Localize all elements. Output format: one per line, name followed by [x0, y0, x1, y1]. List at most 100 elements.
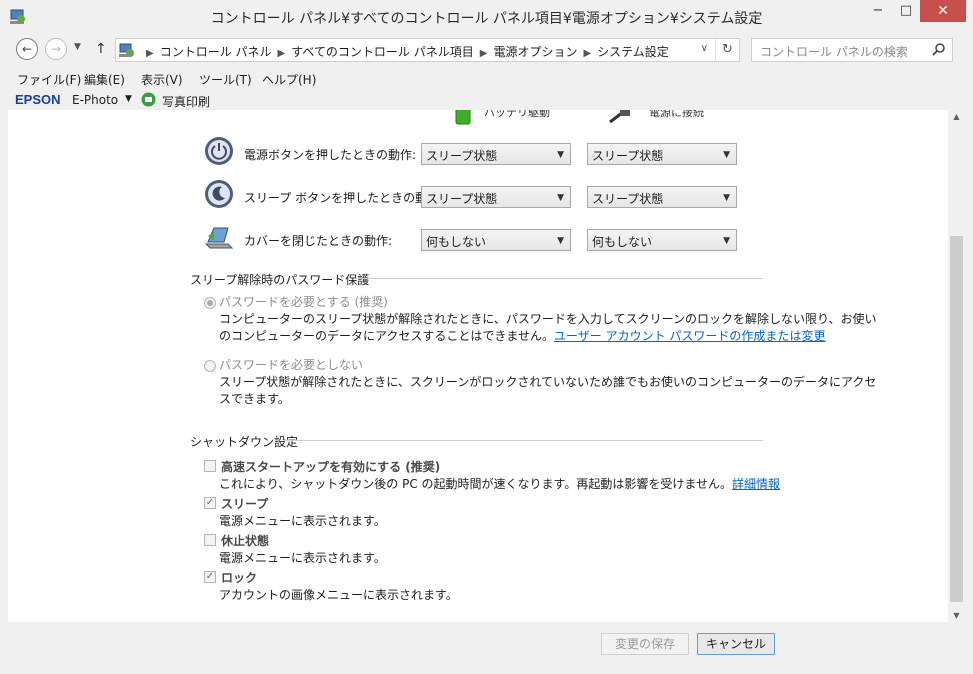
breadcrumb-system-settings[interactable]: システム設定	[597, 45, 669, 59]
menu-view[interactable]: 表示(V)	[141, 71, 183, 88]
sleep-button-action-label: スリープ ボタンを押したときの動作:	[244, 191, 444, 205]
laptop-lid-icon	[204, 227, 234, 249]
caret-up-icon: ▲	[953, 112, 960, 121]
hibernate-desc: 電源メニューに表示されます。	[219, 551, 386, 565]
forward-button[interactable]: →	[45, 38, 67, 60]
power-button-icon	[205, 137, 233, 165]
lid-close-action-label: カバーを閉じたときの動作:	[244, 234, 393, 248]
require-password-radio[interactable]	[204, 297, 216, 309]
lid-close-battery-select[interactable]: 何もしない ▼	[421, 229, 571, 251]
chevron-down-icon: ▼	[557, 236, 564, 246]
footer-bar: 変更の保存 キャンセル	[0, 622, 973, 674]
chevron-down-icon: ▼	[723, 150, 730, 160]
menu-file[interactable]: ファイル(F)	[17, 71, 81, 88]
address-history-button[interactable]: ∨	[701, 43, 708, 54]
photo-print-icon[interactable]	[141, 92, 156, 107]
section-divider	[283, 440, 763, 441]
select-value: スリープ状態	[426, 149, 498, 163]
hibernate-label: 休止状態	[221, 534, 270, 548]
sleep-label: スリープ	[221, 497, 269, 511]
control-panel-icon	[119, 43, 134, 57]
chevron-down-icon: ▼	[557, 150, 564, 160]
up-button[interactable]: ↑	[95, 41, 107, 57]
chevron-down-icon: ▼	[74, 42, 81, 52]
power-button-action-label: 電源ボタンを押したときの動作:	[244, 148, 417, 162]
epson-toolbar: EPSON E-Photo ▼ 写真印刷	[0, 89, 973, 109]
search-placeholder: コントロール パネルの検索	[760, 45, 908, 59]
scroll-down-button[interactable]: ▼	[948, 611, 965, 620]
checkmark-icon: ✓	[205, 571, 215, 582]
chevron-down-icon: ∨	[700, 43, 708, 54]
breadcrumb-separator-icon[interactable]: ▶	[583, 48, 591, 59]
chevron-down-icon: ▼	[557, 193, 564, 203]
arrow-up-icon: ↑	[95, 41, 107, 57]
title-bar: コントロール パネル¥すべてのコントロール パネル項目¥電源オプション¥システム…	[0, 0, 973, 33]
search-input[interactable]: コントロール パネルの検索	[751, 38, 953, 62]
fast-startup-label: 高速スタートアップを有効にする (推奨)	[221, 460, 441, 474]
breadcrumb-separator-icon: ▶	[146, 48, 154, 59]
plugged-column-label: 電源に接続	[649, 110, 704, 119]
recent-locations-button[interactable]: ▼	[74, 42, 81, 52]
create-password-link[interactable]: ユーザー アカウント パスワードの作成または変更	[554, 329, 825, 343]
caret-down-icon: ▼	[953, 611, 960, 620]
battery-column-label: バッテリ駆動	[484, 110, 550, 119]
checkmark-icon: ✓	[205, 497, 215, 508]
sleep-button-icon	[205, 180, 233, 208]
address-field[interactable]: ▶ コントロール パネル ▶ すべてのコントロール パネル項目 ▶ 電源オプション ▶ システ…	[115, 38, 740, 62]
maximize-button[interactable]: □	[892, 0, 920, 22]
select-value: スリープ状態	[426, 192, 498, 206]
caret-down-icon: ▼	[125, 94, 132, 104]
sleep-button-battery-select[interactable]: スリープ状態 ▼	[421, 186, 571, 208]
close-button[interactable]: ✕	[920, 0, 966, 22]
ephoto-button[interactable]: E-Photo	[72, 93, 118, 107]
ephoto-dropdown[interactable]: ▼	[125, 94, 132, 104]
power-plug-icon	[609, 110, 631, 124]
no-password-desc-line1: スリープ状態が解除されたときに、スクリーンがロックされていないため誰でもお使いの…	[219, 375, 877, 389]
fast-startup-checkbox[interactable]	[204, 460, 216, 472]
require-password-desc-line2: のコンピューターのデータにアクセスすることはできません。ユーザー アカウント パ…	[219, 328, 825, 345]
select-value: 何もしない	[592, 235, 653, 249]
password-section-title: スリープ解除時のパスワード保護	[190, 273, 370, 287]
select-value: 何もしない	[426, 235, 487, 249]
save-changes-button[interactable]: 変更の保存	[601, 633, 689, 655]
menu-tools[interactable]: ツール(T)	[199, 71, 252, 88]
no-password-radio[interactable]	[204, 360, 216, 372]
menu-help[interactable]: ヘルプ(H)	[262, 71, 316, 88]
photo-print-button[interactable]: 写真印刷	[162, 93, 210, 110]
sleep-checkbox[interactable]: ✓	[204, 497, 216, 509]
lock-desc: アカウントの画像メニューに表示されます。	[219, 588, 458, 602]
no-password-label: パスワードを必要としない	[219, 358, 364, 372]
search-icon[interactable]	[932, 42, 946, 56]
breadcrumb-separator-icon[interactable]: ▶	[480, 48, 488, 59]
cancel-button[interactable]: キャンセル	[697, 633, 775, 655]
require-password-desc-line1: コンピューターのスリープ状態が解除されたときに、パスワードを入力してスクリーンの…	[219, 312, 877, 326]
menu-edit[interactable]: 編集(E)	[84, 71, 125, 88]
epson-logo: EPSON	[15, 92, 61, 107]
more-info-link[interactable]: 詳細情報	[732, 477, 780, 491]
breadcrumb-power-options[interactable]: 電源オプション	[493, 45, 577, 59]
lock-checkbox[interactable]: ✓	[204, 571, 216, 583]
breadcrumb-control-panel[interactable]: コントロール パネル	[160, 45, 272, 59]
power-button-battery-select[interactable]: スリープ状態 ▼	[421, 143, 571, 165]
sleep-button-plugged-select[interactable]: スリープ状態 ▼	[587, 186, 737, 208]
battery-icon	[455, 110, 471, 125]
refresh-button[interactable]: ↻	[715, 39, 739, 61]
back-button[interactable]: ←	[16, 38, 38, 60]
minimize-button[interactable]: −	[864, 0, 892, 22]
vertical-scrollbar[interactable]: ▲ ▼	[948, 110, 965, 622]
lid-close-plugged-select[interactable]: 何もしない ▼	[587, 229, 737, 251]
scroll-up-button[interactable]: ▲	[948, 112, 965, 121]
select-value: スリープ状態	[592, 192, 664, 206]
breadcrumb-all-items[interactable]: すべてのコントロール パネル項目	[291, 45, 474, 59]
scroll-thumb[interactable]	[950, 236, 963, 602]
arrow-right-icon: →	[50, 42, 62, 56]
window-title: コントロール パネル¥すべてのコントロール パネル項目¥電源オプション¥システム…	[210, 11, 763, 27]
select-value: スリープ状態	[592, 149, 664, 163]
power-button-plugged-select[interactable]: スリープ状態 ▼	[587, 143, 737, 165]
system-settings-panel: バッテリ駆動 電源に接続 電源ボタンを押したときの動作: スリープ状態 ▼ スリー…	[8, 110, 948, 622]
breadcrumb-separator-icon[interactable]: ▶	[278, 48, 286, 59]
breadcrumb: ▶ コントロール パネル ▶ すべてのコントロール パネル項目 ▶ 電源オプション ▶ システ…	[140, 43, 669, 60]
hibernate-checkbox[interactable]	[204, 534, 216, 546]
address-toolbar: ← → ▼ ↑ ▶ コントロール パネル ▶ すべてのコントロール パネル項目 ▶ 電源オ…	[0, 33, 973, 65]
refresh-icon: ↻	[722, 42, 733, 57]
